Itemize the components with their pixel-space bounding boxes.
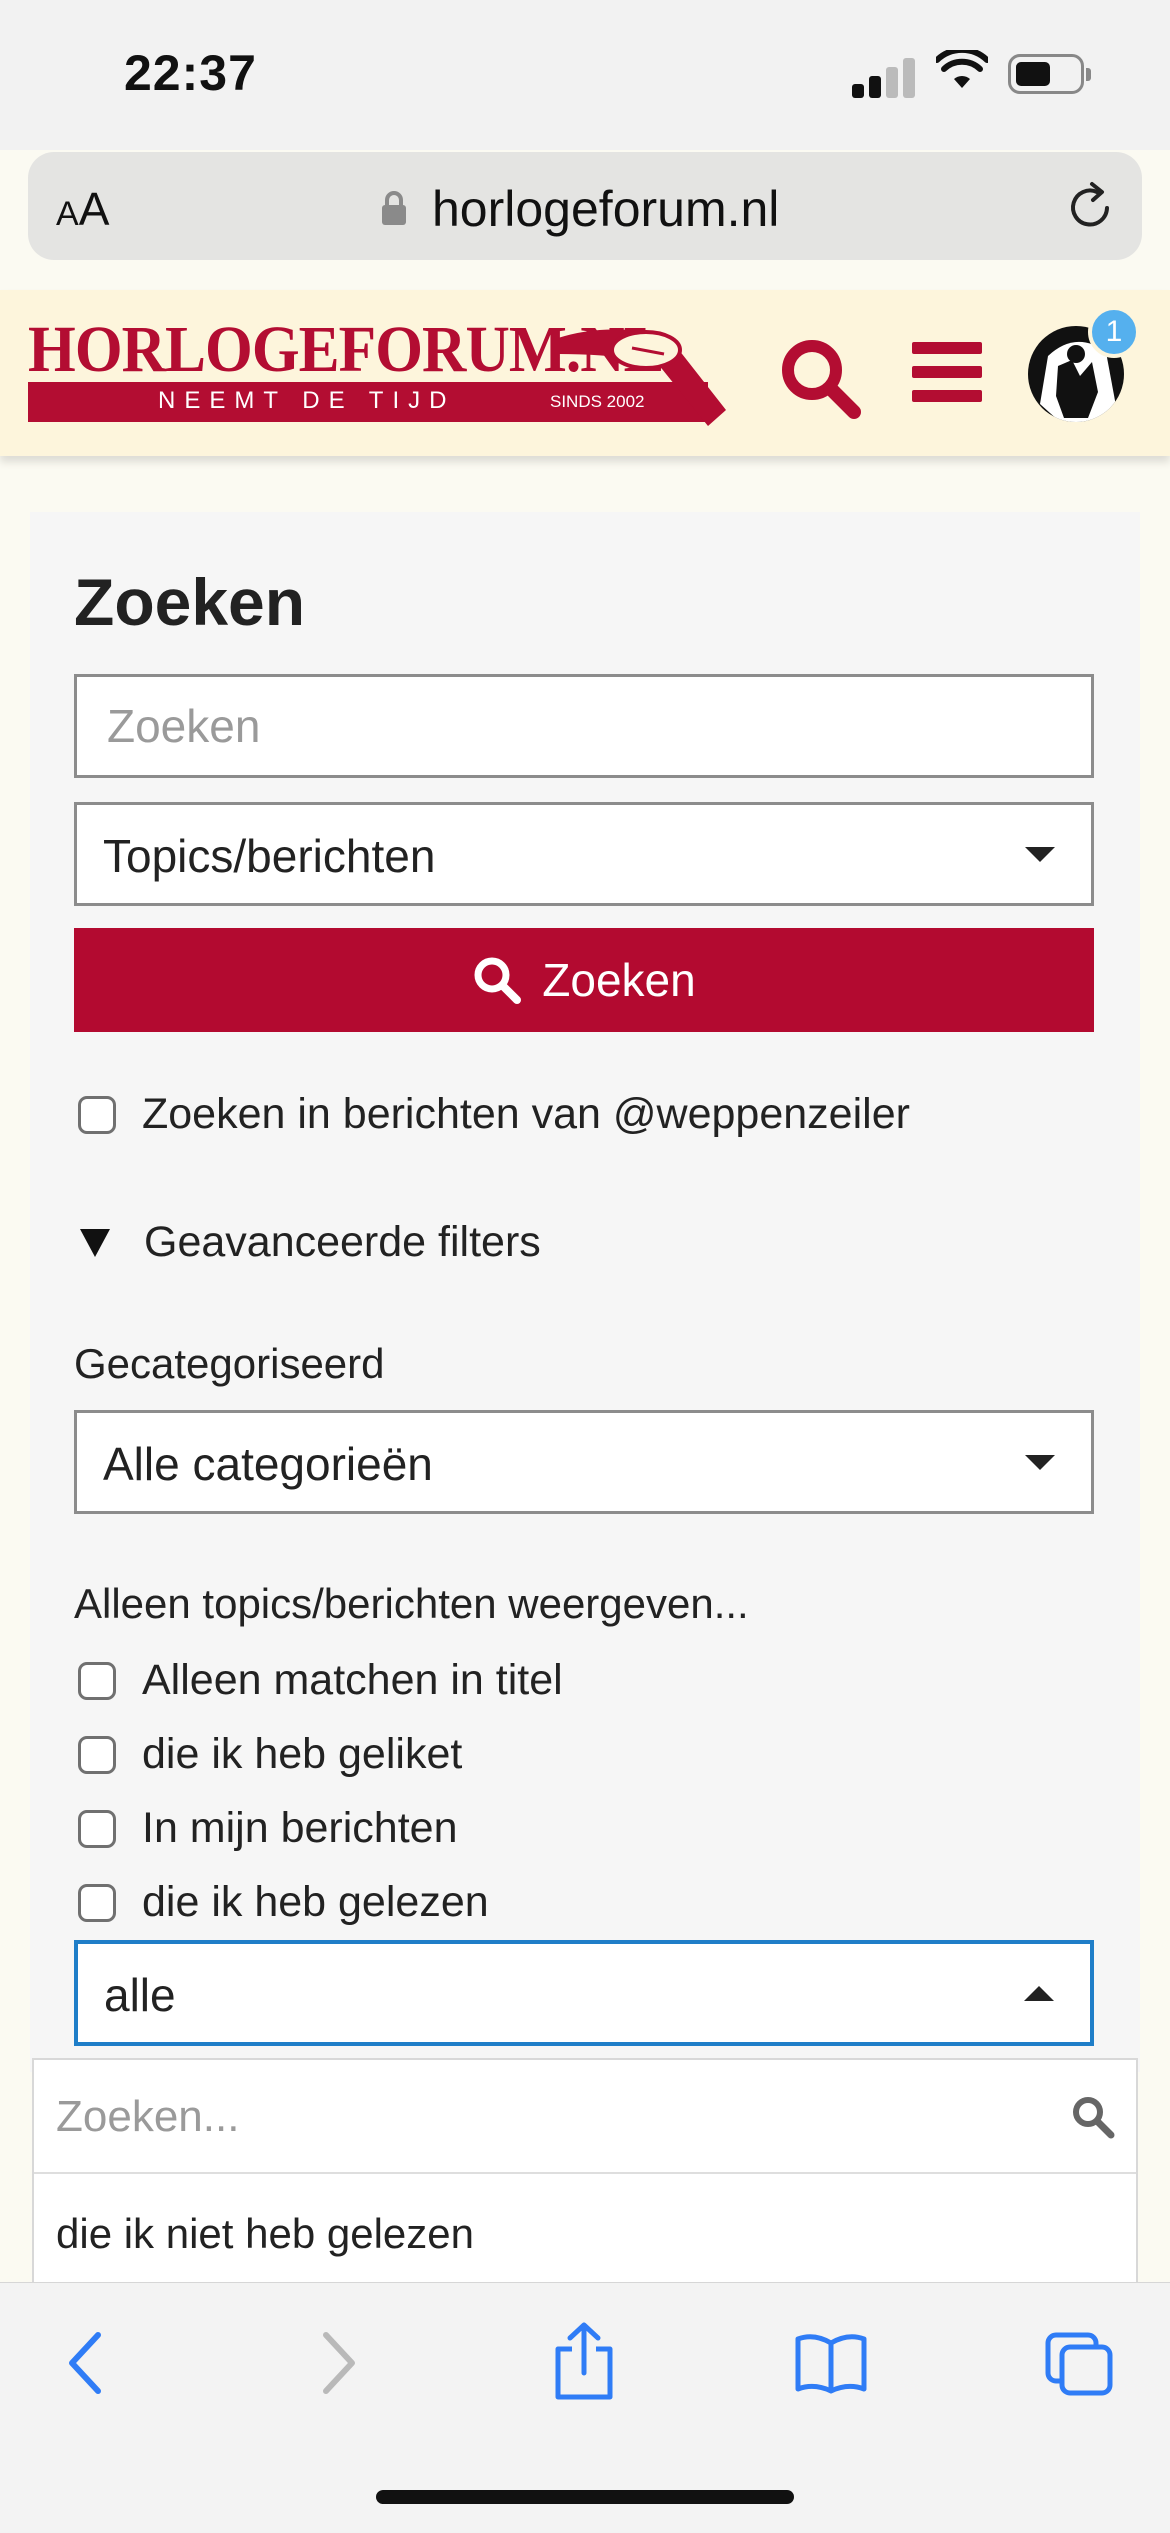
status-bar: 22:37 — [0, 0, 1170, 150]
filter-label: die ik heb gelezen — [142, 1878, 489, 1926]
lock-icon — [382, 191, 406, 225]
filter-option[interactable]: Alleen matchen in titel — [78, 1656, 563, 1705]
filter-checkbox[interactable] — [78, 1809, 116, 1848]
search-icon — [474, 957, 522, 1004]
search-type-value: Topics/berichten — [103, 830, 436, 882]
logo-tagline: NEEMT DE TIJD — [158, 387, 456, 414]
url-text[interactable]: horlogeforum.nl — [432, 180, 779, 238]
dropdown-option[interactable]: die ik niet heb gelezen — [56, 2210, 474, 2258]
filter-option[interactable]: die ik heb geliket — [78, 1730, 462, 1779]
text-size-button[interactable]: AA — [56, 182, 109, 236]
site-header: HORLOGEFORUM.NL NEEMT DE TIJD SINDS 2002… — [0, 290, 1170, 456]
filter-checkbox[interactable] — [78, 1735, 116, 1774]
search-icon[interactable] — [778, 336, 862, 420]
read-status-value: alle — [104, 1969, 176, 2021]
search-in-posts-option[interactable]: Zoeken in berichten van @weppenzeiler — [78, 1090, 910, 1139]
filter-option[interactable]: die ik heb gelezen — [78, 1878, 489, 1927]
search-field[interactable] — [74, 674, 1094, 778]
advanced-filters-toggle[interactable]: Geavanceerde filters — [80, 1218, 541, 1267]
home-indicator — [376, 2490, 794, 2504]
search-input[interactable] — [77, 677, 1091, 775]
chevron-up-icon — [1024, 1986, 1054, 2001]
search-icon — [1073, 2097, 1115, 2139]
read-status-dropdown: Zoeken... die ik niet heb gelezen — [32, 2058, 1138, 2288]
page-title: Zoeken — [74, 565, 306, 639]
search-in-posts-label: Zoeken in berichten van @weppenzeiler — [142, 1090, 910, 1138]
site-logo[interactable]: HORLOGEFORUM.NL NEEMT DE TIJD SINDS 2002 — [28, 312, 728, 428]
back-icon[interactable] — [66, 2331, 106, 2395]
filter-checkbox[interactable] — [78, 1883, 116, 1922]
bookmarks-icon[interactable] — [794, 2331, 868, 2395]
filter-option[interactable]: In mijn berichten — [78, 1804, 458, 1853]
advanced-filters-label: Geavanceerde filters — [144, 1218, 541, 1266]
search-type-select[interactable]: Topics/berichten — [74, 802, 1094, 906]
only-show-label: Alleen topics/berichten weergeven... — [74, 1580, 749, 1627]
signal-icon — [852, 56, 916, 98]
read-status-select[interactable]: alle — [74, 1940, 1094, 2046]
category-value: Alle categorieën — [103, 1438, 433, 1490]
forward-icon[interactable] — [318, 2331, 358, 2395]
wifi-icon — [936, 50, 988, 88]
category-label: Gecategoriseerd — [74, 1340, 385, 1387]
status-time: 22:37 — [124, 45, 257, 101]
dropdown-search-field[interactable]: Zoeken... — [34, 2060, 1136, 2174]
search-button[interactable]: Zoeken — [74, 928, 1094, 1032]
disclosure-triangle-icon — [80, 1228, 110, 1257]
filter-label: die ik heb geliket — [142, 1730, 463, 1778]
search-button-label: Zoeken — [542, 954, 696, 1006]
filter-checkbox[interactable] — [78, 1661, 116, 1700]
dropdown-search-placeholder: Zoeken... — [56, 2092, 240, 2141]
chevron-down-icon — [1025, 1455, 1055, 1470]
search-in-posts-checkbox[interactable] — [78, 1095, 116, 1134]
address-bar[interactable]: AA horlogeforum.nl — [28, 152, 1142, 260]
battery-icon — [1008, 54, 1091, 94]
menu-icon[interactable] — [912, 342, 982, 414]
filter-label: Alleen matchen in titel — [142, 1656, 563, 1704]
logo-bird-icon — [558, 329, 726, 426]
notification-badge[interactable]: 1 — [1088, 306, 1140, 358]
category-select[interactable]: Alle categorieën — [74, 1410, 1094, 1514]
chevron-down-icon — [1025, 847, 1055, 862]
filter-label: In mijn berichten — [142, 1804, 458, 1852]
tabs-icon[interactable] — [1044, 2331, 1114, 2397]
reload-icon[interactable] — [1066, 180, 1116, 232]
share-icon[interactable] — [552, 2321, 616, 2401]
